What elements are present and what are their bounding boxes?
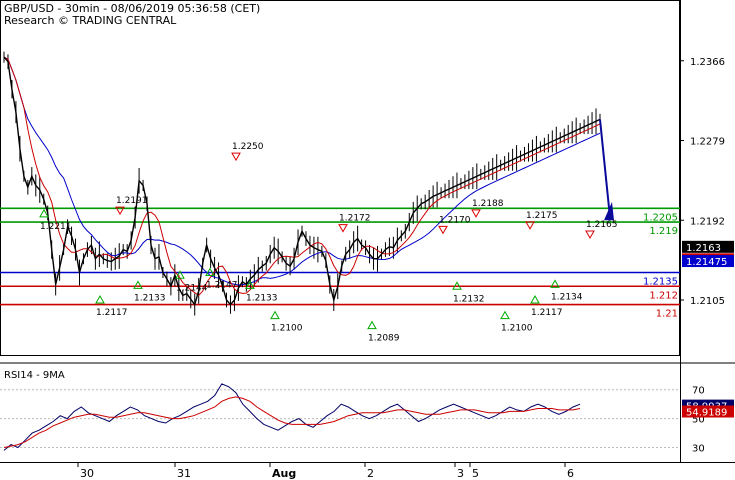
- pivot-label: 1.2133: [134, 293, 166, 303]
- fast-ma-line: [3, 56, 601, 296]
- pivot-label: 1.2133: [246, 293, 278, 303]
- time-tick-label: 6: [567, 467, 574, 480]
- time-tick-label: 5: [472, 467, 479, 480]
- pivot-label: 1.2100: [271, 324, 303, 334]
- time-tick-label: 3: [457, 467, 464, 480]
- level-label: 1.212: [649, 290, 678, 301]
- pivot-label: 1.2147: [206, 281, 238, 291]
- pivot-up-marker: [95, 294, 105, 304]
- rsi-tick-label: 70: [692, 386, 705, 397]
- pivot-label: 1.2211: [40, 222, 72, 232]
- price-badge-label: 1.2163: [686, 243, 721, 254]
- pivot-label: 1.2172: [339, 214, 371, 224]
- pivot-down-marker: [438, 225, 448, 235]
- price-tick-label: 1.2192: [690, 216, 725, 227]
- pivot-label: 1.2132: [453, 294, 485, 304]
- price-line: [3, 56, 601, 307]
- time-tick-label: Aug: [272, 467, 296, 480]
- pivot-down-marker: [585, 230, 595, 240]
- pivot-label: 1.2100: [501, 324, 533, 334]
- pivot-label: 1.2117: [96, 308, 128, 318]
- pivot-up-marker: [270, 310, 280, 320]
- pivot-up-marker: [500, 310, 510, 320]
- price-badge-label: 1.21475: [686, 257, 727, 268]
- rsi-line: [3, 383, 581, 451]
- pivot-label: 1.2170: [439, 215, 471, 225]
- pivot-label: 1.2165: [586, 220, 618, 230]
- pivot-down-marker: [231, 152, 241, 162]
- price-tick-label: 1.2105: [690, 296, 725, 307]
- time-tick-label: 30: [80, 467, 94, 480]
- pivot-down-marker: [471, 209, 481, 218]
- pivot-up-marker: [133, 280, 143, 289]
- pivot-down-marker: [338, 224, 348, 233]
- rsi-ma-line: [3, 396, 581, 448]
- pivot-label: 1.2175: [526, 211, 558, 221]
- rsi-badge-label: 54.9189: [686, 408, 727, 419]
- pivot-up-marker: [530, 294, 540, 304]
- pivot-label: 1.2144: [176, 283, 208, 293]
- time-tick-label: 2: [367, 467, 374, 480]
- pivot-up-marker: [367, 320, 377, 330]
- level-label: 1.21: [656, 309, 678, 320]
- pivot-label: 1.2134: [551, 292, 583, 302]
- rsi-title: RSI14 - 9MA: [4, 370, 65, 381]
- pivot-label: 1.2250: [232, 142, 264, 152]
- time-tick-label: 31: [177, 467, 191, 480]
- price-chart[interactable]: 1.23661.22791.21921.21051.22051.2191.213…: [0, 0, 735, 480]
- pivot-label: 1.2117: [531, 308, 563, 318]
- rsi-tick-label: 30: [692, 444, 705, 455]
- price-tick-label: 1.2279: [690, 137, 725, 148]
- level-label: 1.219: [649, 226, 678, 237]
- pivot-label: 1.2188: [472, 199, 504, 209]
- projection-arrow-line: [599, 119, 611, 218]
- price-tick-label: 1.2366: [690, 57, 725, 68]
- pivot-label: 1.2089: [368, 334, 400, 344]
- pivot-label: 1.2191: [116, 196, 148, 206]
